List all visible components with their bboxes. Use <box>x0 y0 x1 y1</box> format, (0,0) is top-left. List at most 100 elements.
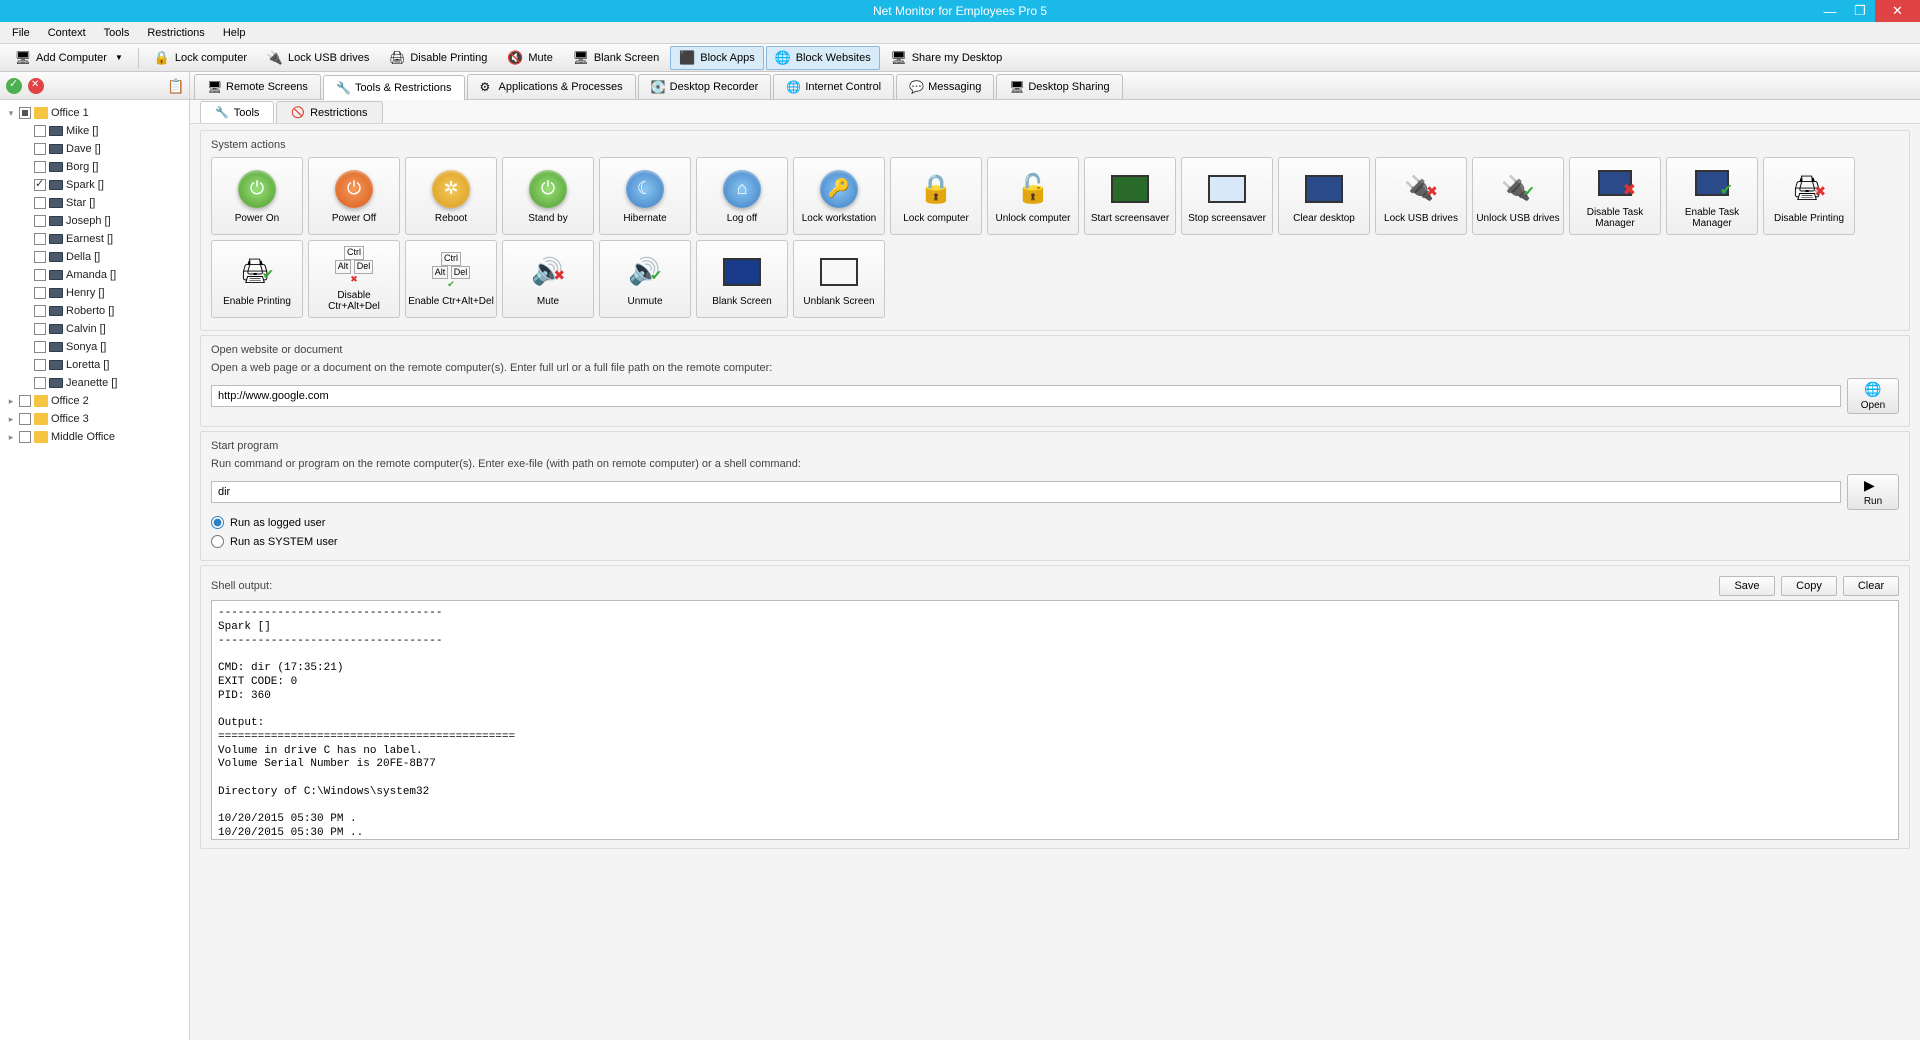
add-computer-button[interactable]: 🖥Add Computer▼ <box>6 46 132 70</box>
menu-restrictions[interactable]: Restrictions <box>139 25 212 41</box>
checkbox[interactable] <box>34 179 46 191</box>
tree-item[interactable]: Roberto [] <box>2 302 187 320</box>
action-clear-desktop[interactable]: Clear desktop <box>1278 157 1370 235</box>
copy-button[interactable]: Copy <box>1781 576 1837 596</box>
tree-item[interactable]: Sonya [] <box>2 338 187 356</box>
tab-remote-screens[interactable]: 🖥Remote Screens <box>194 74 321 99</box>
tree-group[interactable]: ▸ Office 3 <box>2 410 187 428</box>
minimize-button[interactable]: — <box>1815 0 1845 22</box>
tree-item[interactable]: Henry [] <box>2 284 187 302</box>
close-button[interactable]: ✕ <box>1875 0 1920 22</box>
action-enable-task-manager[interactable]: ✔Enable Task Manager <box>1666 157 1758 235</box>
clear-button[interactable]: Clear <box>1843 576 1899 596</box>
checkbox[interactable] <box>34 341 46 353</box>
checkbox[interactable] <box>19 107 31 119</box>
uncheck-all-icon[interactable] <box>28 78 44 94</box>
run-as-logged-radio[interactable]: Run as logged user <box>211 516 1899 529</box>
open-button[interactable]: 🌐Open <box>1847 378 1899 414</box>
tab-messaging[interactable]: 💬Messaging <box>896 74 994 99</box>
action-unmute[interactable]: 🔊✔Unmute <box>599 240 691 318</box>
tree-item[interactable]: Borg [] <box>2 158 187 176</box>
tree-item[interactable]: Mike [] <box>2 122 187 140</box>
tab-desktop-sharing[interactable]: 🖥Desktop Sharing <box>996 74 1122 99</box>
checkbox[interactable] <box>34 251 46 263</box>
checkbox[interactable] <box>34 269 46 281</box>
check-all-icon[interactable] <box>6 78 22 94</box>
action-stop-screensaver[interactable]: Stop screensaver <box>1181 157 1273 235</box>
menu-context[interactable]: Context <box>40 25 94 41</box>
checkbox[interactable] <box>34 197 46 209</box>
checkbox[interactable] <box>19 431 31 443</box>
action-unlock-usb-drives[interactable]: 🔌✔Unlock USB drives <box>1472 157 1564 235</box>
tree-item[interactable]: Star [] <box>2 194 187 212</box>
action-disable-ctr-alt-del[interactable]: CtrlAlt Del✖Disable Ctr+Alt+Del <box>308 240 400 318</box>
checkbox[interactable] <box>34 305 46 317</box>
share-desktop-button[interactable]: 🖥Share my Desktop <box>882 46 1011 70</box>
checkbox[interactable] <box>34 125 46 137</box>
tree-item[interactable]: Earnest [] <box>2 230 187 248</box>
action-unlock-computer[interactable]: 🔓Unlock computer <box>987 157 1079 235</box>
action-blank-screen[interactable]: Blank Screen <box>696 240 788 318</box>
url-input[interactable] <box>211 385 1841 407</box>
run-as-system-radio[interactable]: Run as SYSTEM user <box>211 535 1899 548</box>
action-lock-computer[interactable]: 🔒Lock computer <box>890 157 982 235</box>
action-disable-printing[interactable]: 🖨✖Disable Printing <box>1763 157 1855 235</box>
block-websites-button[interactable]: 🌐Block Websites <box>766 46 880 70</box>
checkbox[interactable] <box>34 143 46 155</box>
action-power-on[interactable]: ⏻Power On <box>211 157 303 235</box>
subtab-restrictions[interactable]: 🚫Restrictions <box>276 101 382 123</box>
checkbox[interactable] <box>34 377 46 389</box>
block-apps-button[interactable]: ⬛Block Apps <box>670 46 763 70</box>
shell-output-textarea[interactable]: ---------------------------------- Spark… <box>211 600 1899 840</box>
tree-group[interactable]: ▾ Office 1 <box>2 104 187 122</box>
action-reboot[interactable]: ✲Reboot <box>405 157 497 235</box>
checkbox[interactable] <box>34 161 46 173</box>
save-button[interactable]: Save <box>1719 576 1775 596</box>
checkbox[interactable] <box>34 287 46 299</box>
tab-tools-restrictions[interactable]: 🔧Tools & Restrictions <box>323 75 465 100</box>
tab-applications[interactable]: ⚙Applications & Processes <box>467 74 636 99</box>
action-enable-ctr-alt-del[interactable]: CtrlAlt Del✔Enable Ctr+Alt+Del <box>405 240 497 318</box>
checkbox[interactable] <box>34 233 46 245</box>
menu-tools[interactable]: Tools <box>96 25 138 41</box>
run-button[interactable]: ▶Run <box>1847 474 1899 510</box>
tree-group[interactable]: ▸ Office 2 <box>2 392 187 410</box>
computer-tree[interactable]: ▾ Office 1 Mike [] Dave [] Borg [] Spark… <box>0 100 189 1040</box>
subtab-tools[interactable]: 🔧Tools <box>200 101 274 123</box>
tree-item[interactable]: Spark [] <box>2 176 187 194</box>
tree-item[interactable]: Della [] <box>2 248 187 266</box>
action-hibernate[interactable]: ☾Hibernate <box>599 157 691 235</box>
disable-printing-button[interactable]: 🖨Disable Printing <box>380 46 496 70</box>
checkbox[interactable] <box>19 413 31 425</box>
action-enable-printing[interactable]: 🖨✔Enable Printing <box>211 240 303 318</box>
action-disable-task-manager[interactable]: ✖Disable Task Manager <box>1569 157 1661 235</box>
tree-item[interactable]: Loretta [] <box>2 356 187 374</box>
action-power-off[interactable]: ⏻Power Off <box>308 157 400 235</box>
checkbox[interactable] <box>34 359 46 371</box>
action-lock-workstation[interactable]: 🔑Lock workstation <box>793 157 885 235</box>
command-input[interactable] <box>211 481 1841 503</box>
menu-file[interactable]: File <box>4 25 38 41</box>
checkbox[interactable] <box>34 323 46 335</box>
mute-button[interactable]: 🔇Mute <box>498 46 561 70</box>
action-log-off[interactable]: ⌂Log off <box>696 157 788 235</box>
action-start-screensaver[interactable]: Start screensaver <box>1084 157 1176 235</box>
tree-item[interactable]: Dave [] <box>2 140 187 158</box>
checkbox[interactable] <box>19 395 31 407</box>
tree-item[interactable]: Joseph [] <box>2 212 187 230</box>
lock-usb-button[interactable]: 🔌Lock USB drives <box>258 46 378 70</box>
action-mute[interactable]: 🔊✖Mute <box>502 240 594 318</box>
action-unblank-screen[interactable]: Unblank Screen <box>793 240 885 318</box>
action-lock-usb-drives[interactable]: 🔌✖Lock USB drives <box>1375 157 1467 235</box>
tree-group[interactable]: ▸ Middle Office <box>2 428 187 446</box>
checkbox[interactable] <box>34 215 46 227</box>
tree-item[interactable]: Jeanette [] <box>2 374 187 392</box>
tab-internet-control[interactable]: 🌐Internet Control <box>773 74 894 99</box>
tree-item[interactable]: Calvin [] <box>2 320 187 338</box>
blank-screen-button[interactable]: 🖥Blank Screen <box>564 46 668 70</box>
tree-item[interactable]: Amanda [] <box>2 266 187 284</box>
schedule-icon[interactable]: 📋 <box>167 78 183 94</box>
lock-computer-button[interactable]: 🔒Lock computer <box>145 46 256 70</box>
menu-help[interactable]: Help <box>215 25 254 41</box>
maximize-button[interactable]: ❐ <box>1845 0 1875 22</box>
